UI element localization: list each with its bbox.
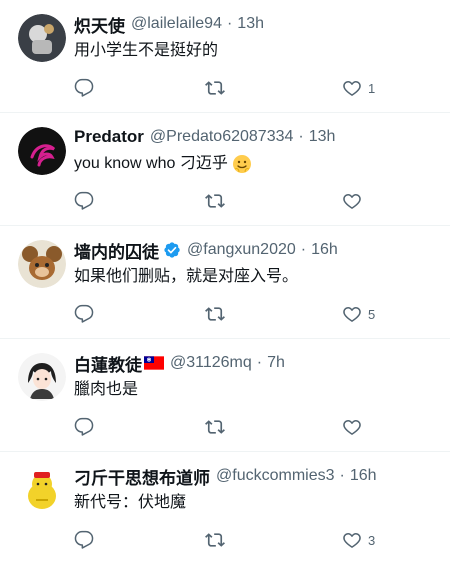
like-count: 1 — [368, 80, 376, 96]
user-handle[interactable]: @fangxun2020 — [187, 241, 296, 259]
heart-icon — [342, 304, 362, 324]
like-count: 3 — [368, 532, 376, 548]
like-button[interactable] — [342, 417, 368, 437]
reply-button[interactable] — [74, 78, 94, 98]
tweet-text: 新代号：伏地魔 — [74, 494, 187, 511]
tweet-text: 臘肉也是 — [74, 381, 139, 398]
retweet-icon — [205, 304, 225, 324]
dot-separator: · — [298, 128, 304, 145]
display-name[interactable]: 白蓮教徒 — [74, 351, 142, 376]
reply-icon — [74, 304, 94, 324]
reply-button[interactable] — [74, 530, 94, 550]
like-button[interactable]: 3 — [342, 530, 375, 550]
retweet-button[interactable] — [205, 530, 225, 550]
retweet-icon — [205, 191, 225, 211]
tweet[interactable]: 炽天使 @lailelaile94 · 13h 用小学生不是挺好的 1 — [0, 0, 450, 113]
reply-button[interactable] — [74, 191, 94, 211]
like-count: 5 — [368, 306, 376, 322]
dot-separator: · — [300, 241, 307, 258]
like-button[interactable]: 1 — [342, 78, 375, 98]
reply-button[interactable] — [74, 304, 94, 324]
timestamp[interactable]: 13h — [237, 15, 264, 33]
reply-button[interactable] — [74, 417, 94, 437]
like-button[interactable] — [342, 191, 368, 211]
like-button[interactable]: 5 — [342, 304, 375, 324]
tweet-text: 用小学生不是挺好的 — [74, 42, 219, 59]
heart-icon — [342, 191, 362, 211]
display-name[interactable]: Predator — [74, 127, 144, 147]
timestamp[interactable]: 16h — [311, 241, 338, 259]
smiling-face-emoji-icon — [232, 154, 252, 174]
retweet-icon — [205, 417, 225, 437]
dot-separator: · — [256, 354, 263, 371]
timestamp[interactable]: 7h — [267, 354, 285, 372]
timestamp[interactable]: 16h — [350, 467, 377, 485]
heart-icon — [342, 417, 362, 437]
retweet-button[interactable] — [205, 78, 225, 98]
heart-icon — [342, 530, 362, 550]
retweet-icon — [205, 78, 225, 98]
retweet-icon — [205, 530, 225, 550]
tweet-text: 如果他们删贴，就是对座入号。 — [74, 268, 299, 285]
retweet-button[interactable] — [205, 417, 225, 437]
display-name[interactable]: 炽天使 — [74, 12, 125, 37]
dot-separator: · — [339, 467, 345, 484]
tweet[interactable]: Predator @Predato62087334 · 13h you know… — [0, 113, 450, 226]
tweet[interactable]: 墙内的囚徒 @fangxun2020 · 16h 如果他们删贴，就是对座入号。 … — [0, 226, 450, 339]
reply-icon — [74, 191, 94, 211]
reply-icon — [74, 78, 94, 98]
retweet-button[interactable] — [205, 304, 225, 324]
avatar[interactable] — [18, 14, 66, 62]
dot-separator: · — [226, 15, 233, 32]
timestamp[interactable]: 13h — [309, 128, 336, 146]
display-name[interactable]: 墙内的囚徒 — [74, 238, 159, 263]
reply-feed: 炽天使 @lailelaile94 · 13h 用小学生不是挺好的 1 Pred… — [0, 0, 450, 565]
avatar[interactable] — [18, 353, 66, 401]
user-handle[interactable]: @lailelaile94 — [131, 15, 222, 33]
tweet[interactable]: 刁斤干思想布道师 @fuckcommies3 · 16h 新代号：伏地魔 3 — [0, 452, 450, 565]
reply-icon — [74, 530, 94, 550]
display-name[interactable]: 刁斤干思想布道师 — [74, 464, 210, 489]
verified-badge-icon — [163, 241, 181, 259]
avatar[interactable] — [18, 127, 66, 175]
taiwan-flag-icon — [144, 356, 164, 370]
user-handle[interactable]: @Predato62087334 — [150, 128, 293, 146]
heart-icon — [342, 78, 362, 98]
tweet-text: you know who 刁迈乎 — [74, 155, 228, 172]
reply-icon — [74, 417, 94, 437]
avatar[interactable] — [18, 240, 66, 288]
user-handle[interactable]: @31126mq — [170, 354, 252, 372]
user-handle[interactable]: @fuckcommies3 — [216, 467, 335, 485]
retweet-button[interactable] — [205, 191, 225, 211]
avatar[interactable] — [18, 466, 66, 514]
tweet[interactable]: 白蓮教徒 @31126mq · 7h 臘肉也是 — [0, 339, 450, 452]
